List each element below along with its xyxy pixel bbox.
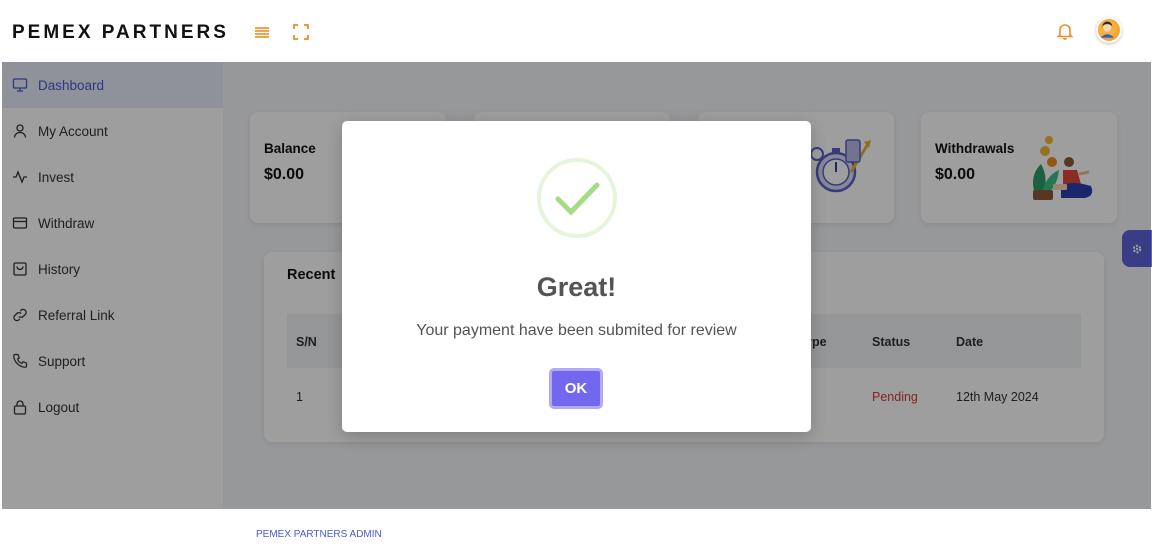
- success-dialog: Great! Your payment have been submited f…: [342, 121, 811, 432]
- bell-icon[interactable]: [1056, 22, 1074, 40]
- footer: PEMEX PARTNERS ADMIN: [223, 509, 1151, 554]
- success-check-icon: [537, 158, 617, 238]
- fullscreen-icon[interactable]: [292, 23, 310, 41]
- brand-logo[interactable]: PEMEX PARTNERS: [12, 22, 229, 44]
- footer-text[interactable]: PEMEX PARTNERS ADMIN: [256, 529, 382, 540]
- dialog-message: Your payment have been submited for revi…: [416, 322, 737, 339]
- menu-icon[interactable]: [253, 23, 271, 41]
- top-header: PEMEX PARTNERS: [0, 0, 1152, 62]
- ok-button[interactable]: OK: [549, 368, 603, 409]
- user-avatar[interactable]: [1096, 17, 1122, 43]
- dialog-title: Great!: [536, 272, 617, 302]
